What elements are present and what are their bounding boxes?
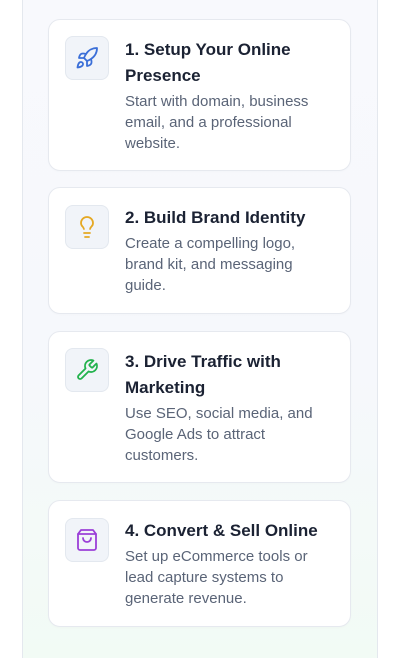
step-title: 4. Convert & Sell Online <box>125 521 318 540</box>
step-description: Start with domain, business email, and a… <box>125 93 309 152</box>
step-card-4: 4. Convert & Sell Online Set up eCommerc… <box>48 500 351 627</box>
step-icon-box <box>65 205 109 249</box>
step-icon-box <box>65 36 109 80</box>
shopping-bag-icon <box>77 529 97 551</box>
step-icon-box <box>65 518 109 562</box>
step-card-1: 1. Setup Your Online Presence Start with… <box>48 19 351 171</box>
step-title: 2. Build Brand Identity <box>125 208 306 227</box>
wrench-icon <box>77 359 98 380</box>
step-title: 1. Setup Your Online Presence <box>125 40 291 85</box>
step-description: Use SEO, social media, and Google Ads to… <box>125 405 313 464</box>
step-title: 3. Drive Traffic with Marketing <box>125 352 281 397</box>
step-description: Set up eCommerce tools or lead capture s… <box>125 548 308 607</box>
step-description: Create a compelling logo, brand kit, and… <box>125 235 296 294</box>
step-icon-box <box>65 348 109 392</box>
lightbulb-icon <box>80 216 94 238</box>
step-card-2: 2. Build Brand Identity Create a compell… <box>48 187 351 314</box>
step-card-3: 3. Drive Traffic with Marketing Use SEO,… <box>48 331 351 483</box>
rocket-icon <box>76 47 98 69</box>
